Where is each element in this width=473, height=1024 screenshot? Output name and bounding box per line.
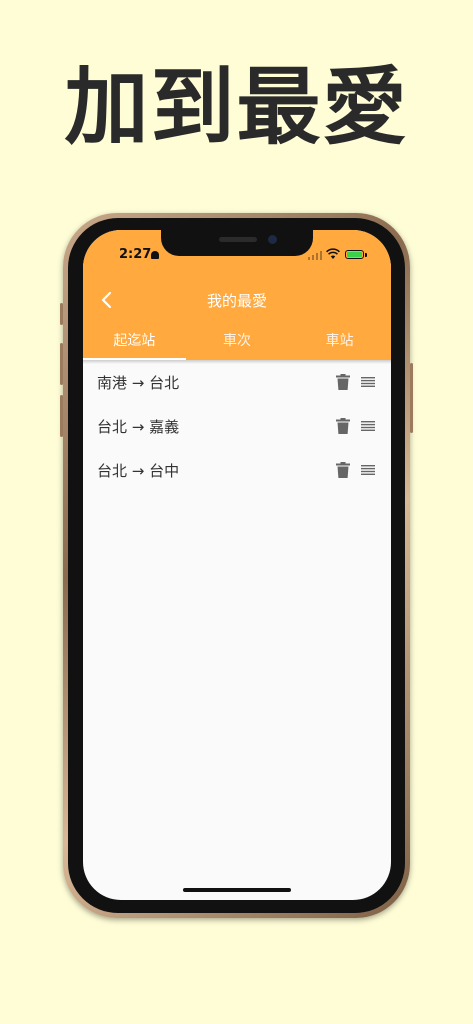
list-item[interactable]: 台北 → 台中: [83, 448, 391, 492]
speaker: [219, 237, 257, 242]
volume-up-button: [60, 343, 63, 385]
app-bar: 2:27 我的最愛 起迄站 車次 車站: [83, 230, 391, 360]
status-time: 2:27: [119, 247, 152, 262]
list-item-label: 台北 → 台中: [97, 462, 180, 480]
volume-down-button: [60, 395, 63, 437]
drag-handle-icon[interactable]: [361, 421, 375, 431]
promo-headline: 加到最愛: [64, 58, 409, 156]
trash-icon[interactable]: [336, 462, 350, 478]
favorites-list: 南港 → 台北 台北 → 嘉義 台北 → 台中: [83, 360, 391, 492]
wifi-icon: [326, 248, 340, 259]
tab-bar: 起迄站 車次 車站: [83, 328, 391, 360]
signal-icon: [308, 250, 322, 260]
list-item[interactable]: 台北 → 嘉義: [83, 404, 391, 448]
drag-handle-icon[interactable]: [361, 465, 375, 475]
trash-icon[interactable]: [336, 374, 350, 390]
bell-muted-icon: [151, 251, 159, 259]
tab-origin-destination[interactable]: 起迄站: [83, 328, 186, 360]
phone-screen: 2:27 我的最愛 起迄站 車次 車站 南港 → 台北 台北 → 嘉義 台北 →…: [83, 230, 391, 900]
list-item-label: 南港 → 台北: [97, 374, 180, 392]
drag-handle-icon[interactable]: [361, 377, 375, 387]
tab-station[interactable]: 車站: [288, 328, 391, 360]
battery-icon: [345, 250, 367, 259]
page-title: 我的最愛: [206, 292, 267, 310]
list-item-label: 台北 → 嘉義: [97, 418, 180, 436]
camera: [268, 235, 277, 244]
list-item[interactable]: 南港 → 台北: [83, 360, 391, 404]
notch: [161, 230, 313, 256]
trash-icon[interactable]: [336, 418, 350, 434]
tab-train-number[interactable]: 車次: [186, 328, 289, 360]
mute-switch: [60, 303, 63, 325]
power-button: [410, 363, 413, 433]
home-indicator[interactable]: [183, 888, 291, 892]
